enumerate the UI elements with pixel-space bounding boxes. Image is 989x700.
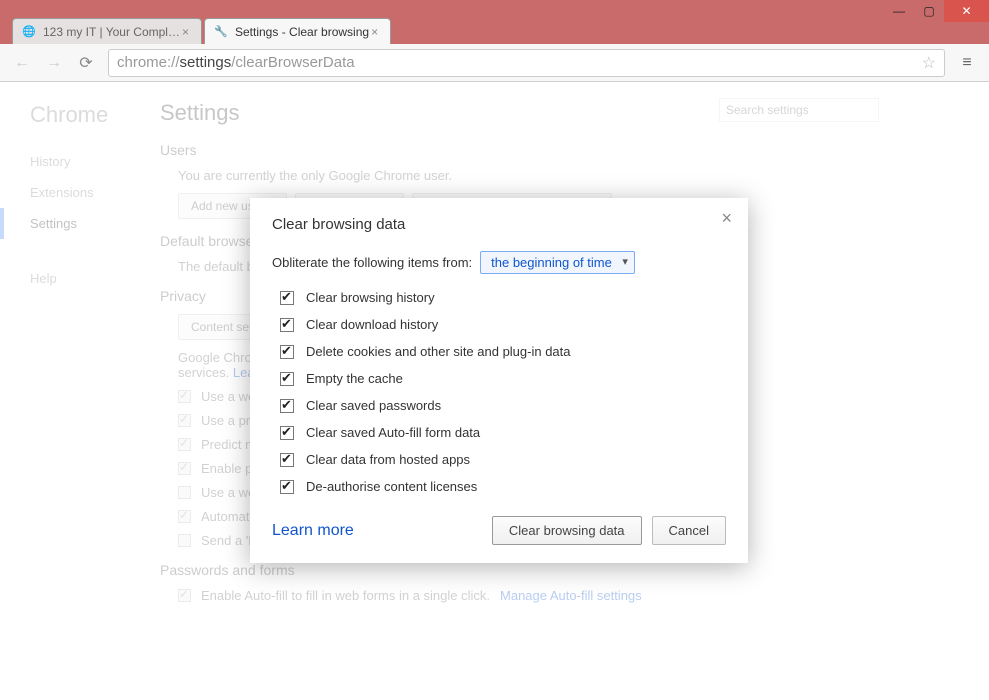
learn-more-link[interactable]: Learn more (272, 522, 354, 540)
address-bar[interactable]: chrome://settings/clearBrowserData ☆ (108, 49, 945, 77)
close-tab-icon[interactable]: × (180, 25, 191, 39)
checkbox-cookies[interactable] (280, 345, 294, 359)
close-window-button[interactable]: ✕ (944, 0, 989, 22)
obliterate-label: Obliterate the following items from: (272, 255, 472, 270)
bookmark-star-icon[interactable]: ☆ (922, 53, 936, 73)
checkbox-download-history[interactable] (280, 318, 294, 332)
dialog-close-button[interactable]: × (715, 206, 738, 231)
wrench-icon: 🔧 (213, 24, 229, 40)
check-label-2: Delete cookies and other site and plug-i… (306, 344, 571, 359)
check-label-3: Empty the cache (306, 371, 403, 386)
checkbox-browsing-history[interactable] (280, 291, 294, 305)
tab-title: 123 my IT | Your Complete (43, 25, 180, 39)
close-tab-icon[interactable]: × (369, 25, 380, 39)
minimize-button[interactable]: — (884, 0, 914, 22)
clear-browsing-data-dialog: × Clear browsing data Obliterate the fol… (250, 198, 748, 563)
toolbar: ← → ⟳ chrome://settings/clearBrowserData… (0, 44, 989, 82)
check-label-4: Clear saved passwords (306, 398, 441, 413)
time-range-select[interactable]: the beginning of time (480, 251, 635, 274)
check-label-6: Clear data from hosted apps (306, 452, 470, 467)
chrome-menu-button[interactable]: ≡ (953, 49, 981, 77)
checkbox-hosted-apps[interactable] (280, 453, 294, 467)
url-host: settings (180, 54, 232, 71)
checkbox-cache[interactable] (280, 372, 294, 386)
tabstrip: 🌐 123 my IT | Your Complete × 🔧 Settings… (0, 14, 989, 44)
tab-settings[interactable]: 🔧 Settings - Clear browsing × (204, 18, 391, 44)
url-scheme: chrome:// (117, 54, 180, 71)
checkbox-passwords[interactable] (280, 399, 294, 413)
check-label-1: Clear download history (306, 317, 438, 332)
clear-data-button[interactable]: Clear browsing data (492, 516, 642, 545)
check-label-5: Clear saved Auto-fill form data (306, 425, 480, 440)
globe-icon: 🌐 (21, 24, 37, 40)
cancel-button[interactable]: Cancel (652, 516, 726, 545)
window-controls: — ▢ ✕ (884, 0, 989, 22)
maximize-button[interactable]: ▢ (914, 0, 944, 22)
back-button[interactable]: ← (8, 49, 36, 77)
dialog-title: Clear browsing data (272, 216, 726, 233)
reload-button[interactable]: ⟳ (72, 49, 100, 77)
titlebar (0, 0, 989, 14)
checkbox-content-licenses[interactable] (280, 480, 294, 494)
tab-123myit[interactable]: 🌐 123 my IT | Your Complete × (12, 18, 202, 44)
check-label-7: De-authorise content licenses (306, 479, 477, 494)
checkbox-autofill[interactable] (280, 426, 294, 440)
forward-button[interactable]: → (40, 49, 68, 77)
tab-title: Settings - Clear browsing (235, 25, 369, 39)
check-label-0: Clear browsing history (306, 290, 435, 305)
url-path: /clearBrowserData (231, 54, 354, 71)
